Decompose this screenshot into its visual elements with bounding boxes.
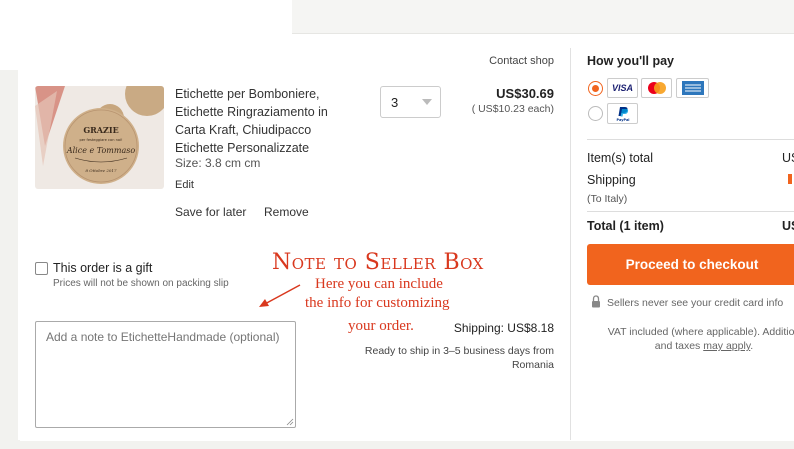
quantity-select[interactable]: 3: [380, 86, 441, 118]
page-background-bottom: [0, 441, 794, 449]
save-for-later-link[interactable]: Save for later: [175, 205, 246, 219]
proceed-to-checkout-button[interactable]: Proceed to checkout: [587, 244, 794, 285]
annotation-arrow-icon: [259, 284, 301, 307]
edit-link[interactable]: Edit: [175, 179, 194, 191]
vat-line-2: and taxes may apply.: [589, 339, 794, 353]
product-thumbnail[interactable]: GRAZIE per festeggiare con noi! Alice e …: [35, 86, 164, 189]
payment-panel: How you'll pay VISA PayPal Item(s) total…: [572, 48, 794, 440]
card-radio[interactable]: [588, 81, 603, 96]
gift-checkbox[interactable]: [35, 262, 48, 275]
annotation-line-1: Here you can include: [315, 276, 443, 292]
product-size: Size: 3.8 cm cm: [175, 156, 261, 170]
lock-icon: [592, 295, 600, 308]
divider: [587, 139, 794, 140]
thumb-grazie: GRAZIE: [83, 125, 118, 135]
shipping-value-marker: [788, 174, 792, 184]
contact-shop-link[interactable]: Contact shop: [489, 55, 554, 67]
paypal-icon: PayPal: [607, 103, 638, 124]
product-title[interactable]: Etichette per Bomboniere, Etichette Ring…: [175, 85, 350, 157]
item-total-label: Item(s) total: [587, 151, 653, 165]
may-apply-link[interactable]: may apply: [703, 340, 750, 352]
total-value: US: [782, 219, 794, 233]
divider: [587, 211, 794, 212]
annotation-line-2: the info for customizing: [305, 295, 450, 311]
top-band: [292, 0, 794, 34]
vat-line-1: VAT included (where applicable). Additio…: [607, 326, 794, 338]
total-label: Total (1 item): [587, 219, 664, 233]
shipping-cost: Shipping: US$8.18: [453, 321, 554, 335]
item-total-value: US: [782, 151, 794, 165]
paypal-radio[interactable]: [588, 106, 603, 121]
amex-icon: [676, 78, 709, 98]
thumb-date: 8 Ottobre 2017: [85, 168, 116, 173]
vat-line-2-suffix: .: [750, 340, 754, 352]
visa-icon: VISA: [607, 78, 638, 98]
mastercard-icon: [641, 78, 672, 98]
vat-note: VAT included (where applicable). Additio…: [589, 325, 794, 353]
item-price: US$30.69: [496, 86, 554, 101]
thumb-names: Alice e Tommaso: [66, 146, 136, 155]
remove-link[interactable]: Remove: [264, 205, 309, 219]
chevron-down-icon: [422, 99, 432, 105]
annotation-line-3: your order.: [348, 318, 414, 334]
gift-note: Prices will not be shown on packing slip: [53, 278, 229, 289]
paypal-label: PayPal: [616, 118, 629, 122]
payment-title: How you'll pay: [587, 54, 675, 68]
thumb-subtitle: per festeggiare con noi!: [79, 138, 122, 142]
shipping-destination: (To Italy): [587, 193, 628, 205]
cart-item-panel: Contact shop GRAZIE per festeggiare con …: [18, 48, 571, 440]
ship-time: Ready to ship in 3–5 business days from …: [364, 345, 554, 371]
item-unit-price: ( US$10.23 each): [471, 103, 554, 115]
vat-line-2-prefix: and taxes: [654, 340, 704, 352]
page-background-left: [0, 70, 20, 449]
quantity-value: 3: [391, 95, 399, 110]
shipping-label: Shipping: [587, 173, 636, 187]
secure-note: Sellers never see your credit card info: [607, 297, 784, 309]
resize-grip-icon[interactable]: [286, 418, 294, 426]
note-to-seller-input[interactable]: [35, 321, 296, 428]
annotation-title: Note to Seller Box: [272, 250, 484, 275]
gift-label[interactable]: This order is a gift: [53, 261, 152, 275]
